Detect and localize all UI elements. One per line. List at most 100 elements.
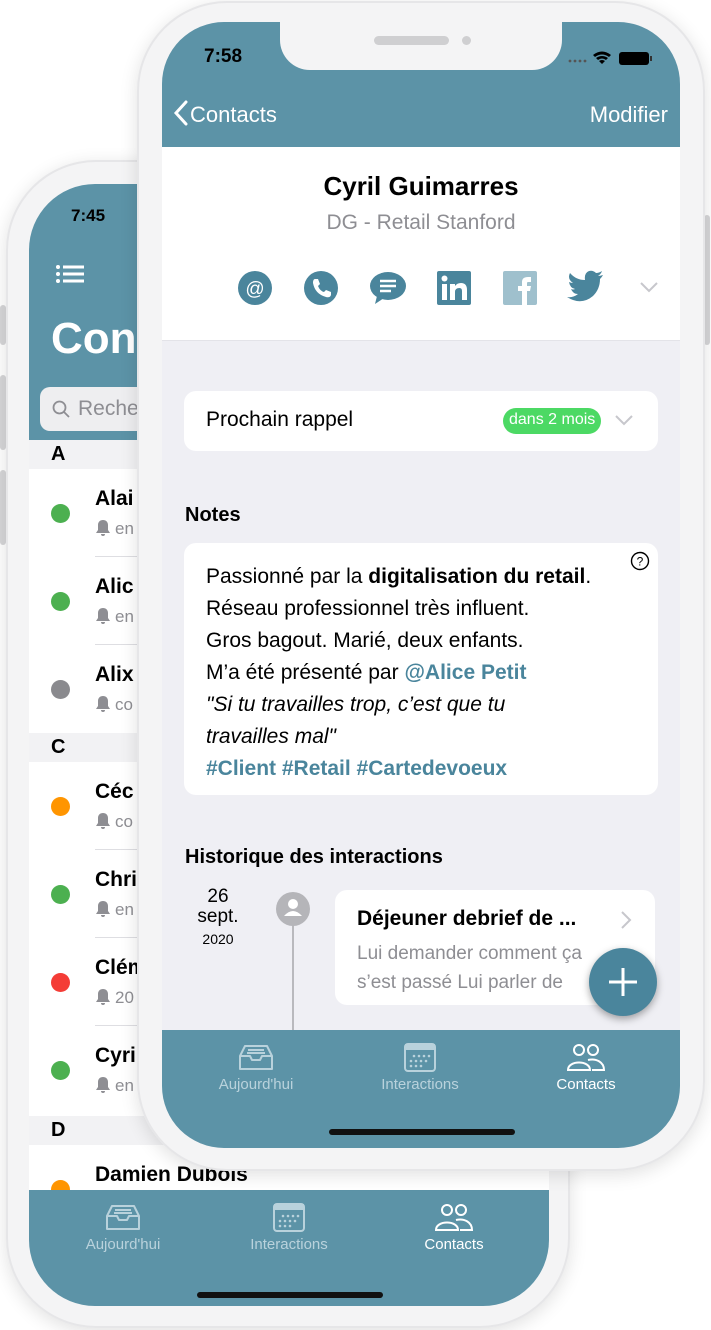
tab-contacts[interactable]: Contacts [384, 1202, 524, 1253]
reminder-text: en [115, 1076, 134, 1095]
contacts-icon [434, 1204, 474, 1231]
search-placeholder: Reche [78, 397, 139, 420]
interaction-date: 26 sept. 2020 [182, 886, 254, 947]
notes-card[interactable]: ? Passionné par la digitalisation du ret… [184, 543, 658, 795]
status-dot [51, 504, 70, 523]
chevron-down-icon[interactable] [639, 280, 659, 294]
contact-reminder: co [95, 812, 133, 832]
chevron-left-icon [173, 100, 188, 126]
reminder-text: co [115, 695, 133, 714]
contact-name: Cyril Guimarres [323, 171, 519, 201]
reminder-text: co [115, 812, 133, 831]
reminder-text: en [115, 607, 134, 626]
tab-label: Contacts [424, 1236, 484, 1253]
action-row: @ [237, 270, 659, 310]
tab-label: Aujourd'hui [218, 1076, 294, 1093]
plus-icon [609, 968, 637, 996]
contact-reminder: en [95, 1076, 134, 1096]
bell-icon [96, 901, 110, 917]
contact-reminder: en [95, 900, 134, 920]
help-icon[interactable]: ? [630, 551, 650, 571]
bell-icon [96, 608, 110, 624]
tab-label: Aujourd'hui [85, 1236, 161, 1253]
message-icon[interactable] [369, 270, 407, 306]
reminder-text: en [115, 519, 134, 538]
contact-name: Céc [95, 780, 134, 803]
search-icon [52, 400, 70, 418]
status-dot [51, 885, 70, 904]
add-interaction-button[interactable] [589, 948, 657, 1016]
twitter-icon[interactable] [567, 270, 605, 304]
tab-today[interactable]: Aujourd'hui [186, 1042, 326, 1093]
tab-contacts[interactable]: Contacts [516, 1042, 656, 1093]
notes-quote: travailles mal" [206, 725, 336, 748]
status-dot [51, 797, 70, 816]
bell-icon [96, 520, 110, 536]
email-icon[interactable]: @ [237, 270, 273, 306]
svg-text:@: @ [245, 279, 264, 300]
notes-title: Notes [185, 504, 241, 526]
calendar-icon [273, 1203, 305, 1232]
tab-today[interactable]: Aujourd'hui [53, 1202, 193, 1253]
history-title: Historique des interactions [185, 846, 443, 868]
contact-reminder: co [95, 695, 133, 715]
status-icons [568, 51, 652, 65]
tab-label: Interactions [250, 1236, 328, 1253]
facebook-icon[interactable] [502, 270, 538, 306]
notes-line: Passionné par la digitalisation du retai… [206, 565, 592, 588]
contact-name: Cyri [95, 1044, 136, 1067]
mention-link[interactable]: @Alice Petit [404, 661, 526, 684]
reminder-text: 20 [115, 988, 134, 1007]
battery-icon [619, 52, 649, 65]
interaction-preview: Lui demander comment ça [357, 943, 582, 964]
person-icon [276, 892, 310, 926]
notes-line: M’a été présenté par @Alice Petit [206, 657, 658, 689]
svg-text:?: ? [637, 555, 644, 569]
contact-detail-screen: 7:58 Contacts Modifier Cyril Guimarres D… [162, 22, 680, 1148]
phone-icon[interactable] [303, 270, 339, 306]
contact-name: Chri [95, 868, 137, 891]
interaction-title: Déjeuner debrief de ... [357, 907, 577, 930]
inbox-icon [106, 1205, 140, 1230]
bell-icon [96, 1077, 110, 1093]
contact-name: Alic [95, 575, 134, 598]
date-year: 2020 [202, 931, 234, 947]
tab-interactions[interactable]: Interactions [219, 1202, 359, 1253]
tab-interactions[interactable]: Interactions [350, 1042, 490, 1093]
contact-reminder: en [95, 519, 134, 539]
status-dot [51, 592, 70, 611]
menu-icon[interactable] [55, 264, 85, 284]
bell-icon [96, 989, 110, 1005]
tab-bar: Aujourd'hui Interactions Contacts [29, 1190, 549, 1306]
status-dot [51, 680, 70, 699]
back-button[interactable]: Contacts [172, 100, 277, 128]
page-title: Con [51, 314, 137, 363]
contacts-icon [566, 1044, 606, 1071]
notes-bold: digitalisation du retail [368, 565, 586, 588]
notes-tags[interactable]: #Client #Retail #Cartedevoeux [206, 753, 658, 785]
date-month: sept. [197, 906, 239, 927]
interaction-preview: s’est passé Lui parler de [357, 972, 563, 993]
status-dot [51, 973, 70, 992]
calendar-icon [404, 1043, 436, 1072]
contact-reminder: en [95, 607, 134, 627]
wifi-icon [593, 51, 611, 64]
tab-label: Contacts [556, 1076, 616, 1093]
back-label: Contacts [190, 102, 277, 127]
edit-button[interactable]: Modifier [590, 102, 668, 128]
reminder-row[interactable]: Prochain rappel dans 2 mois [184, 391, 658, 451]
contact-name: Alix [95, 663, 134, 686]
contact-header: Cyril Guimarres DG - Retail Stanford @ [162, 147, 680, 341]
notch [280, 22, 562, 70]
home-indicator [197, 1292, 383, 1298]
home-indicator [329, 1129, 515, 1135]
reminder-badge: dans 2 mois [503, 408, 602, 434]
linkedin-icon[interactable] [436, 270, 472, 306]
reminder-label: Prochain rappel [206, 408, 354, 431]
inbox-icon [239, 1045, 273, 1070]
notes-text: Passionné par la [206, 565, 369, 588]
status-time: 7:45 [71, 206, 106, 225]
tab-bar: Aujourd'hui Interactions Contacts [162, 1030, 680, 1148]
chevron-down-icon [615, 415, 633, 426]
notes-line: Gros bagout. Marié, deux enfants. [206, 629, 524, 652]
